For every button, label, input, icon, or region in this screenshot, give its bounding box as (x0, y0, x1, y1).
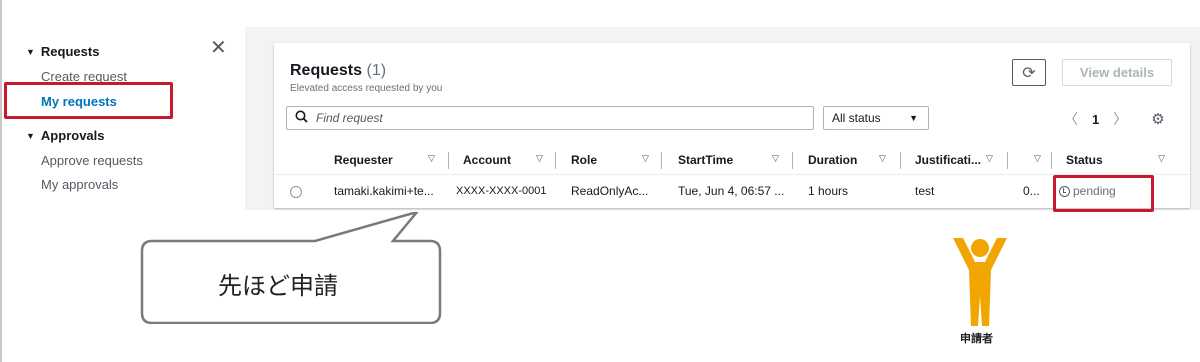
column-header-requester[interactable]: Requester (334, 153, 393, 167)
gear-icon[interactable]: ⚙ (1151, 110, 1164, 128)
nav-section-approvals[interactable]: ▼ Approvals (26, 128, 105, 143)
table-header: Requester ▽ Account ▽ Role ▽ StartTime ▽… (274, 147, 1190, 175)
pagination: 〈 1 〉 ⚙ (1064, 107, 1165, 131)
sidebar-item-my-approvals[interactable]: My approvals (41, 177, 118, 192)
callout-text: 先ほど申請 (218, 273, 338, 300)
column-header-justification[interactable]: Justificati... (915, 153, 981, 167)
refresh-icon: ⟳ (1022, 64, 1036, 82)
page-title: Requests (1) (290, 62, 386, 80)
sort-icon[interactable]: ▽ (1034, 153, 1041, 164)
sort-icon[interactable]: ▽ (536, 153, 543, 164)
caret-down-icon: ▼ (26, 46, 35, 57)
sort-icon[interactable]: ▽ (642, 153, 649, 164)
column-header-status[interactable]: Status (1066, 153, 1103, 167)
row-select-radio[interactable] (290, 186, 302, 198)
highlight-my-requests (4, 82, 173, 119)
nav-section-requests-label: Requests (40, 44, 100, 59)
panel-subtitle: Elevated access requested by you (290, 83, 443, 94)
close-icon[interactable]: ✕ (210, 38, 227, 58)
highlight-status (1053, 175, 1154, 212)
sort-icon[interactable]: ▽ (1158, 153, 1165, 164)
panel-title-text: Requests (290, 62, 363, 79)
column-divider (792, 152, 793, 169)
cell-truncated: 0... (1023, 184, 1040, 198)
page-number[interactable]: 1 (1092, 112, 1099, 127)
nav-section-requests[interactable]: ▼ Requests (26, 44, 99, 59)
view-details-button[interactable]: View details (1062, 59, 1172, 86)
column-divider (1051, 152, 1052, 169)
sort-icon[interactable]: ▽ (879, 153, 886, 164)
person-icon (953, 238, 1007, 326)
column-divider (448, 152, 449, 169)
status-filter-value: All status (832, 111, 881, 125)
sort-icon[interactable]: ▽ (986, 153, 993, 164)
sidebar-item-approve-requests[interactable]: Approve requests (41, 153, 143, 168)
nav-section-approvals-label: Approvals (40, 128, 105, 143)
search-input[interactable] (314, 110, 794, 126)
sort-icon[interactable]: ▽ (772, 153, 779, 164)
column-divider (900, 152, 901, 169)
caret-down-icon: ▼ (26, 130, 35, 141)
column-divider (661, 152, 662, 169)
column-divider (1007, 152, 1008, 169)
search-box (286, 106, 814, 130)
chevron-right-icon[interactable]: 〉 (1113, 109, 1127, 129)
column-divider (555, 152, 556, 169)
column-header-account[interactable]: Account (463, 153, 511, 167)
column-header-duration[interactable]: Duration (808, 153, 857, 167)
column-header-starttime[interactable]: StartTime (678, 153, 733, 167)
cell-justification: test (915, 184, 935, 198)
sort-icon[interactable]: ▽ (428, 153, 435, 164)
cell-requester: tamaki.kakimi+te... (334, 184, 434, 198)
search-icon (295, 110, 308, 126)
cell-duration: 1 hours (808, 184, 849, 198)
refresh-button[interactable]: ⟳ (1012, 59, 1046, 86)
person-label: 申請者 (960, 333, 993, 345)
column-header-role[interactable]: Role (571, 153, 597, 167)
caret-down-icon: ▼ (909, 113, 918, 123)
cell-account: XXXX-XXXX-0001 (456, 185, 547, 197)
cell-role: ReadOnlyAc... (571, 184, 649, 198)
request-count: (1) (366, 62, 387, 79)
status-filter-select[interactable]: All status ▼ (823, 106, 929, 130)
cell-starttime: Tue, Jun 4, 06:57 ... (678, 184, 785, 198)
chevron-left-icon[interactable]: 〈 (1064, 109, 1078, 129)
